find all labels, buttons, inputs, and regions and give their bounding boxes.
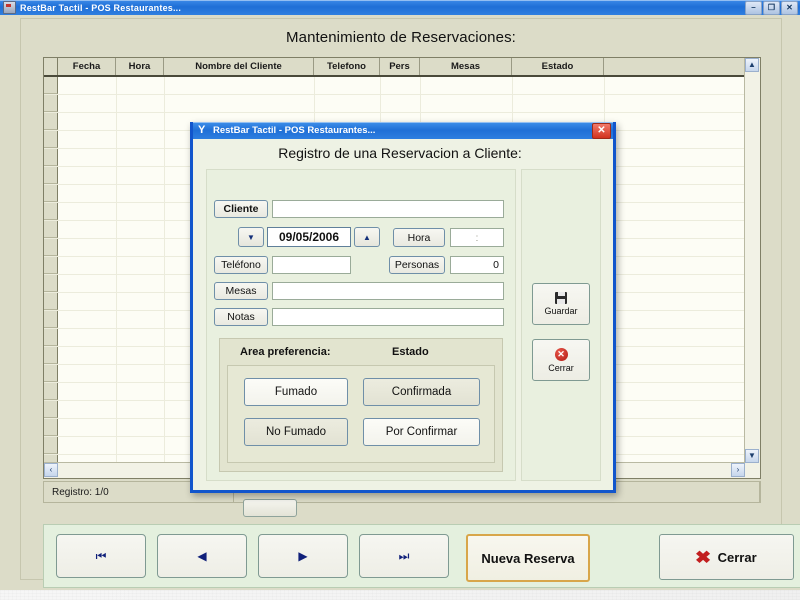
preferences-inner-frame: Fumado No Fumado Confirmada Por Confirma… <box>227 365 495 463</box>
main-titlebar: RestBar Tactil - POS Restaurantes... – ❐… <box>0 0 800 15</box>
main-window-title: RestBar Tactil - POS Restaurantes... <box>20 2 182 13</box>
mesas-label-button[interactable]: Mesas <box>214 282 268 300</box>
notas-input[interactable] <box>272 308 504 326</box>
grid-col-nombre[interactable]: Nombre del Cliente <box>164 58 314 75</box>
personas-label-button[interactable]: Personas <box>389 256 445 274</box>
grid-header-row: Fecha Hora Nombre del Cliente Telefono P… <box>44 58 760 77</box>
grid-col-mesas[interactable]: Mesas <box>420 58 512 75</box>
grid-col-fecha[interactable]: Fecha <box>58 58 116 75</box>
cliente-input[interactable] <box>272 200 504 218</box>
telefono-label-button[interactable]: Teléfono <box>214 256 268 274</box>
grid-col-pers[interactable]: Pers <box>380 58 420 75</box>
notas-label-button[interactable]: Notas <box>214 308 268 326</box>
close-circle-icon: ✕ <box>554 347 568 361</box>
personas-input[interactable]: 0 <box>450 256 504 274</box>
grid-row[interactable] <box>44 77 760 95</box>
grid-col-estado[interactable]: Estado <box>512 58 604 75</box>
estado-label: Estado <box>392 346 429 358</box>
por-confirmar-button[interactable]: Por Confirmar <box>363 418 480 446</box>
close-button[interactable]: ✕ <box>781 0 798 15</box>
fumado-button[interactable]: Fumado <box>244 378 348 406</box>
scroll-up-icon[interactable]: ▲ <box>745 58 759 72</box>
grid-col-telefono[interactable]: Telefono <box>314 58 380 75</box>
dialog-cerrar-button-label: Cerrar <box>548 362 574 373</box>
fecha-up-button[interactable]: ▲ <box>354 227 380 247</box>
scroll-left-icon[interactable]: ‹ <box>44 463 58 477</box>
close-x-icon: ✖ <box>695 547 712 567</box>
reservation-dialog: RestBar Tactil - POS Restaurantes... ✕ R… <box>190 122 616 493</box>
page-title: Mantenimiento de Reservaciones: <box>286 29 516 46</box>
maximize-button[interactable]: ❐ <box>763 0 780 15</box>
dialog-cerrar-button[interactable]: ✕ Cerrar <box>532 339 590 381</box>
obscured-button[interactable] <box>243 499 297 517</box>
cerrar-button-label: Cerrar <box>717 549 757 565</box>
reservation-form-panel: Cliente ▼ 09/05/2006 ▲ Hora : Teléfono P… <box>206 169 516 481</box>
grid-vertical-scrollbar[interactable]: ▲ ▼ <box>744 58 760 463</box>
bottom-toolbar: ⏮ ◀ ▶ ⏭ Nueva Reserva ✖ Cerrar <box>43 524 800 588</box>
grid-row[interactable] <box>44 95 760 113</box>
nueva-reserva-button[interactable]: Nueva Reserva <box>466 534 590 582</box>
dialog-close-button[interactable]: ✕ <box>592 122 611 139</box>
area-preferencia-label: Area preferencia: <box>240 346 331 358</box>
grid-scroll-corner <box>745 463 760 478</box>
cerrar-button[interactable]: ✖ Cerrar <box>659 534 794 580</box>
cocktail-icon <box>197 124 209 137</box>
guardar-button[interactable]: Guardar <box>532 283 590 325</box>
fecha-input[interactable]: 09/05/2006 <box>267 227 351 247</box>
telefono-input[interactable] <box>272 256 351 274</box>
grid-col-filler <box>604 58 760 75</box>
hora-input[interactable]: : <box>450 228 504 247</box>
nav-next-button[interactable]: ▶ <box>258 534 348 578</box>
grid-col-hora[interactable]: Hora <box>116 58 164 75</box>
app-icon <box>3 1 16 14</box>
scroll-right-icon[interactable]: › <box>731 463 745 477</box>
mesas-input[interactable] <box>272 282 504 300</box>
nav-prev-button[interactable]: ◀ <box>157 534 247 578</box>
minimize-button[interactable]: – <box>745 0 762 15</box>
grid-gutter-header <box>44 58 58 75</box>
save-floppy-icon <box>555 292 567 304</box>
dialog-body: Registro de una Reservacion a Cliente: C… <box>193 139 613 487</box>
scroll-down-icon[interactable]: ▼ <box>745 449 759 463</box>
nav-first-button[interactable]: ⏮ <box>56 534 146 578</box>
window-controls: – ❐ ✕ <box>745 0 798 15</box>
no-fumado-button[interactable]: No Fumado <box>244 418 348 446</box>
preferences-groupbox: Area preferencia: Estado Fumado No Fumad… <box>219 338 503 472</box>
fecha-down-button[interactable]: ▼ <box>238 227 264 247</box>
nav-last-button[interactable]: ⏭ <box>359 534 449 578</box>
dialog-heading: Registro de una Reservacion a Cliente: <box>278 145 522 161</box>
hora-label-button[interactable]: Hora <box>393 228 445 247</box>
dialog-titlebar[interactable]: RestBar Tactil - POS Restaurantes... ✕ <box>193 122 613 139</box>
confirmada-button[interactable]: Confirmada <box>363 378 480 406</box>
dialog-title-text: RestBar Tactil - POS Restaurantes... <box>213 125 376 136</box>
guardar-button-label: Guardar <box>544 306 578 316</box>
dialog-action-panel: Guardar ✕ Cerrar <box>521 169 601 481</box>
cliente-label-button[interactable]: Cliente <box>214 200 268 218</box>
